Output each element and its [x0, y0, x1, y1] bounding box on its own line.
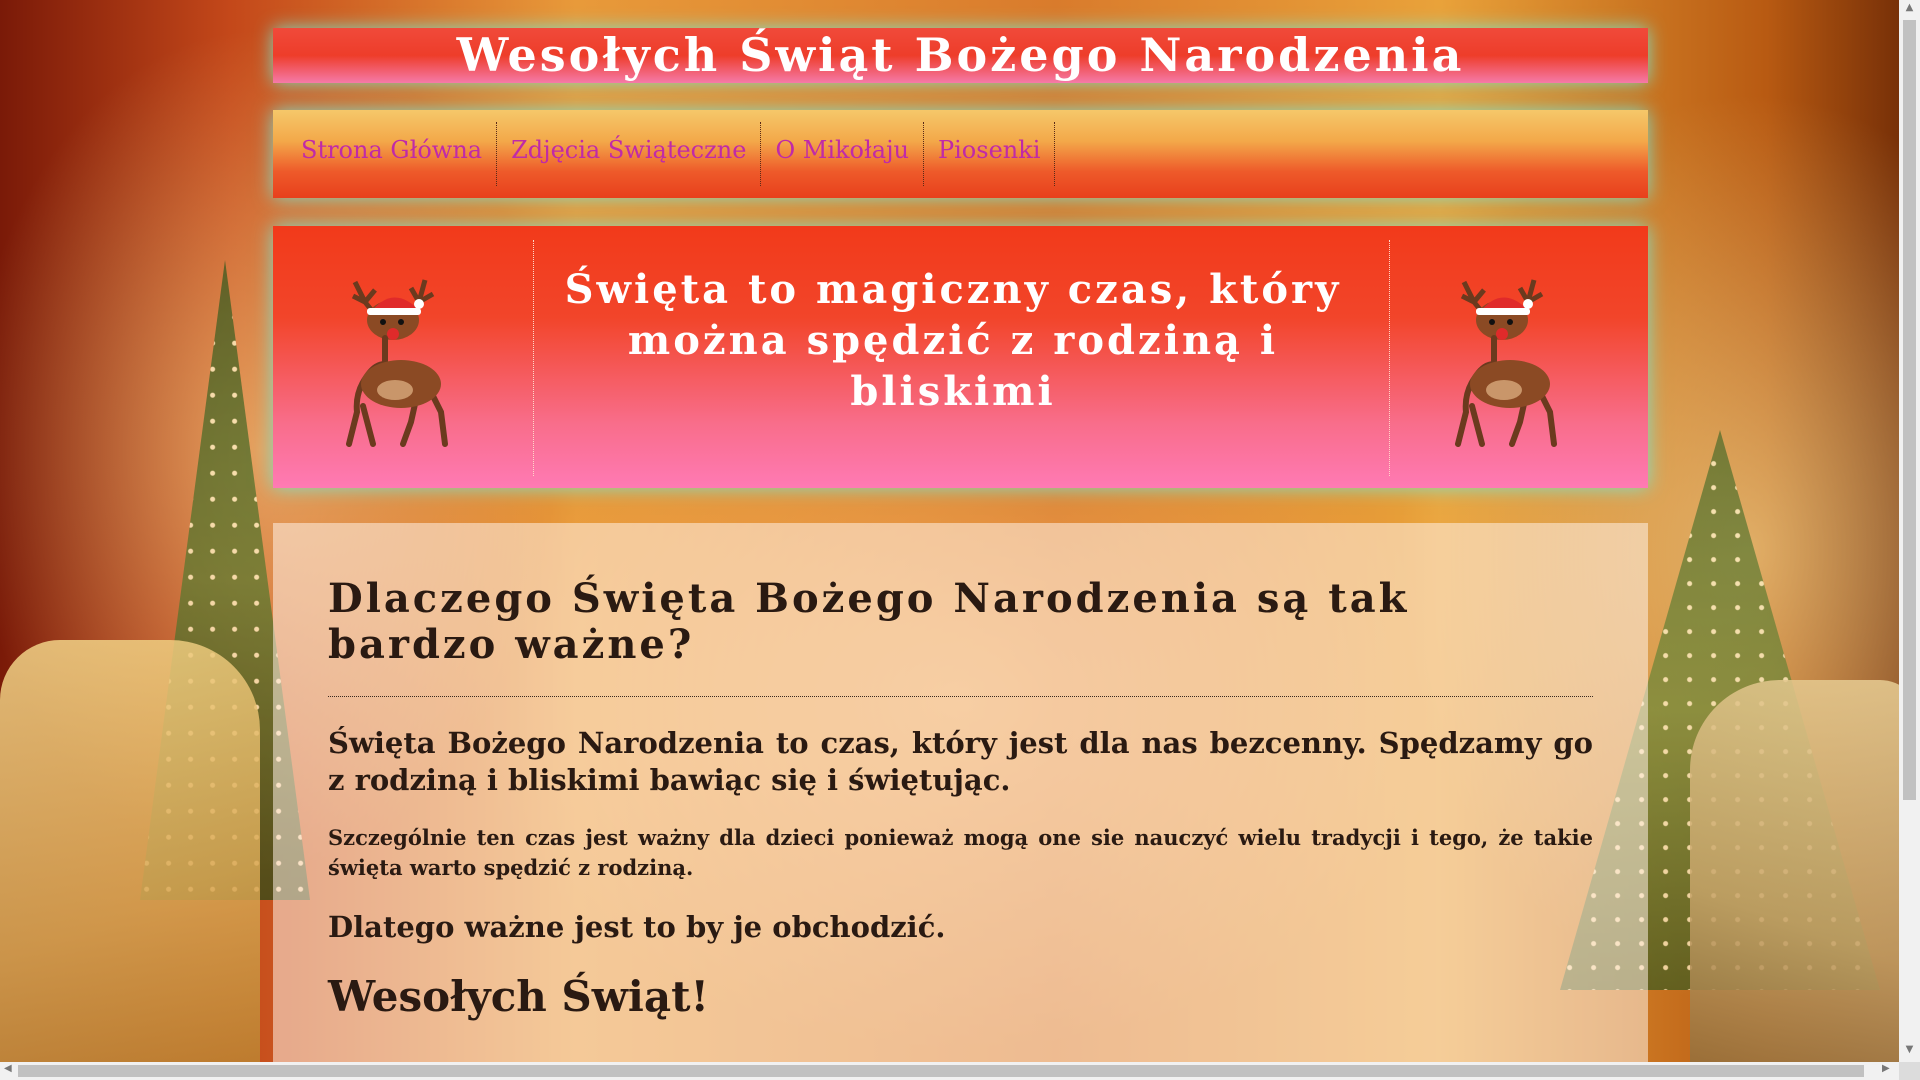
- vertical-scroll-thumb[interactable]: [1903, 20, 1916, 800]
- background-armchair-right: [1690, 680, 1920, 1080]
- site-title: Wesołych Świąt Bożego Narodzenia: [273, 28, 1648, 83]
- content-heading: Dlaczego Święta Bożego Narodzenia są tak…: [328, 576, 1593, 697]
- scroll-right-icon[interactable]: ▶: [1882, 1063, 1890, 1074]
- background-armchair-left: [0, 640, 260, 1080]
- content-wish: Wesołych Świąt!: [328, 972, 709, 1021]
- horizontal-scrollbar[interactable]: ◀ ▶: [0, 1062, 1899, 1080]
- scrollbar-corner: [1899, 1062, 1920, 1080]
- nav-item-songs[interactable]: Piosenki: [924, 122, 1056, 186]
- main-navigation: Strona Główna Zdjęcia Świąteczne O Mikoł…: [273, 110, 1648, 198]
- nav-item-santa[interactable]: O Mikołaju: [761, 122, 924, 186]
- hero-right-panel: [1389, 240, 1649, 476]
- nav-item-photos[interactable]: Zdjęcia Świąteczne: [497, 122, 762, 186]
- hero-text: Święta to magiczny czas, który można spę…: [564, 266, 1342, 415]
- horizontal-scroll-thumb[interactable]: [18, 1065, 1864, 1077]
- content-paragraph-1: Święta Bożego Narodzenia to czas, który …: [328, 726, 1593, 797]
- vertical-scrollbar[interactable]: ▲ ▼: [1899, 0, 1920, 1062]
- main-content: Dlaczego Święta Bożego Narodzenia są tak…: [273, 523, 1648, 1080]
- content-paragraph-2: Szczególnie ten czas jest ważny dla dzie…: [328, 825, 1593, 880]
- reindeer-icon: [1455, 279, 1557, 447]
- scroll-down-icon[interactable]: ▼: [1899, 1044, 1920, 1055]
- hero-left-panel: [273, 240, 534, 476]
- nav-item-home[interactable]: Strona Główna: [273, 122, 498, 186]
- content-paragraph-3: Dlatego ważne jest to by je obchodzić.: [328, 910, 946, 944]
- reindeer-icon: [346, 279, 448, 447]
- scroll-up-icon[interactable]: ▲: [1899, 2, 1920, 13]
- scroll-left-icon[interactable]: ◀: [4, 1063, 12, 1074]
- hero-banner: Święta to magiczny czas, który można spę…: [273, 226, 1648, 488]
